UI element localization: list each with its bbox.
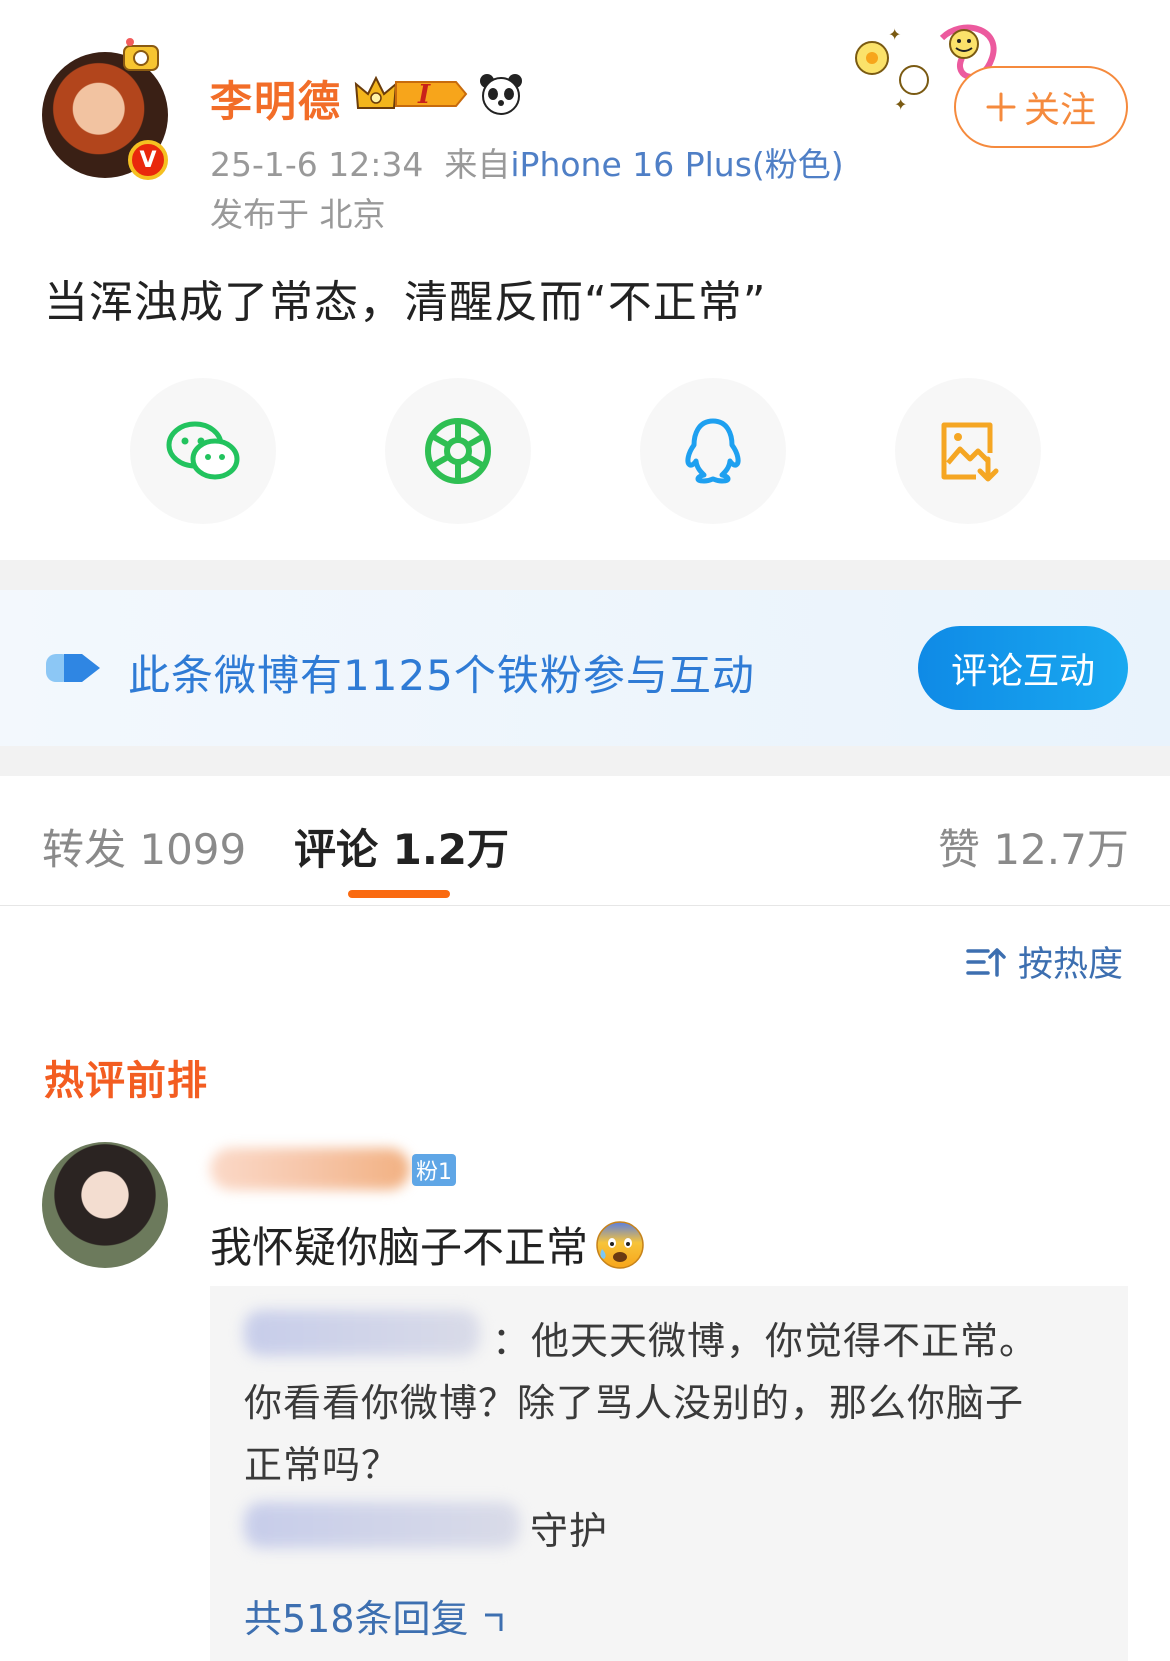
panda-icon [480, 74, 522, 115]
reply-username-2-blurred [244, 1502, 520, 1548]
tab-comments[interactable]: 评论 1.2万 [294, 816, 509, 877]
commenter-username-blurred[interactable] [210, 1148, 410, 1190]
reply-count-text: 共518条回复 [244, 1597, 469, 1641]
fan-level-badge: 粉1 [412, 1154, 456, 1186]
tab-likes[interactable]: 赞 12.7万 [938, 816, 1129, 877]
tab-repost[interactable]: 转发 1099 [42, 816, 246, 877]
sort-icon [966, 947, 1006, 977]
reply-preview-box[interactable]: ：他天天微博，你觉得不正常。 你看看你微博？除了骂人没别的，那么你脑子 正常吗？… [210, 1286, 1128, 1661]
post-tabs: 转发 1099 评论 1.2万 赞 12.7万 [0, 776, 1170, 906]
section-divider [0, 560, 1170, 590]
view-all-replies-link[interactable]: 共518条回复 [244, 1588, 507, 1643]
crown-member-badge-icon[interactable]: I [352, 72, 470, 116]
chevron-right-icon [484, 1613, 503, 1631]
comment-text: 我怀疑你脑子不正常 [210, 1214, 646, 1275]
save-image-button[interactable] [895, 378, 1041, 524]
svg-text:✦: ✦ [894, 95, 907, 114]
hot-comments-title: 热评前排 [44, 1058, 208, 1104]
share-wechat-button[interactable] [130, 378, 276, 524]
active-tab-indicator [348, 890, 450, 898]
post-body-text: 当浑浊成了常态，清醒反而“不正常” [44, 277, 767, 328]
reply-line-1: ：他天天微博，你觉得不正常。 [492, 1319, 1039, 1363]
share-moments-button[interactable] [385, 378, 531, 524]
comment-interact-button[interactable]: 评论互动 [918, 626, 1128, 710]
svg-text:✦: ✦ [888, 25, 901, 44]
crown-level-text: I [417, 80, 431, 110]
reply-line-4: 守护 [530, 1509, 609, 1553]
reply-line-2: 你看看你微博？除了骂人没别的，那么你脑子 [244, 1381, 1025, 1425]
section-divider [0, 746, 1170, 776]
author-username[interactable]: 李明德 [210, 68, 342, 129]
comment-body: 我怀疑你脑子不正常 [210, 1223, 589, 1272]
fan-interaction-icon [46, 654, 100, 682]
follow-label: 关注 [1023, 90, 1096, 131]
share-row [0, 378, 1170, 524]
moments-icon [425, 418, 491, 484]
source-device[interactable]: iPhone 16 Plus(粉色) [510, 145, 843, 184]
post-timestamp: 25-1-6 12:34 [210, 145, 424, 184]
qq-icon [685, 418, 741, 484]
commenter-avatar[interactable] [42, 1142, 168, 1268]
from-label: 来自 [444, 145, 511, 184]
sort-label: 按热度 [1018, 945, 1124, 985]
wechat-icon [166, 421, 240, 480]
camera-pendant-icon [123, 38, 159, 71]
reply-line-3: 正常吗？ [244, 1443, 401, 1487]
reply-username-blurred [244, 1310, 480, 1356]
fan-interaction-text: 此条微博有1125个铁粉参与互动 [128, 651, 755, 700]
fearful-face-emoji-icon [596, 1220, 644, 1269]
share-qq-button[interactable] [640, 378, 786, 524]
post-location: 发布于 北京 [210, 195, 386, 234]
post-meta: 25-1-6 12:34 来自iPhone 16 Plus(粉色) [210, 138, 844, 186]
verified-badge-icon: V [128, 140, 168, 180]
follow-button[interactable]: 关注 [954, 66, 1128, 148]
save-image-icon [941, 422, 999, 482]
plus-icon [986, 92, 1016, 122]
sort-by-hot-button[interactable]: 按热度 [966, 936, 1123, 987]
